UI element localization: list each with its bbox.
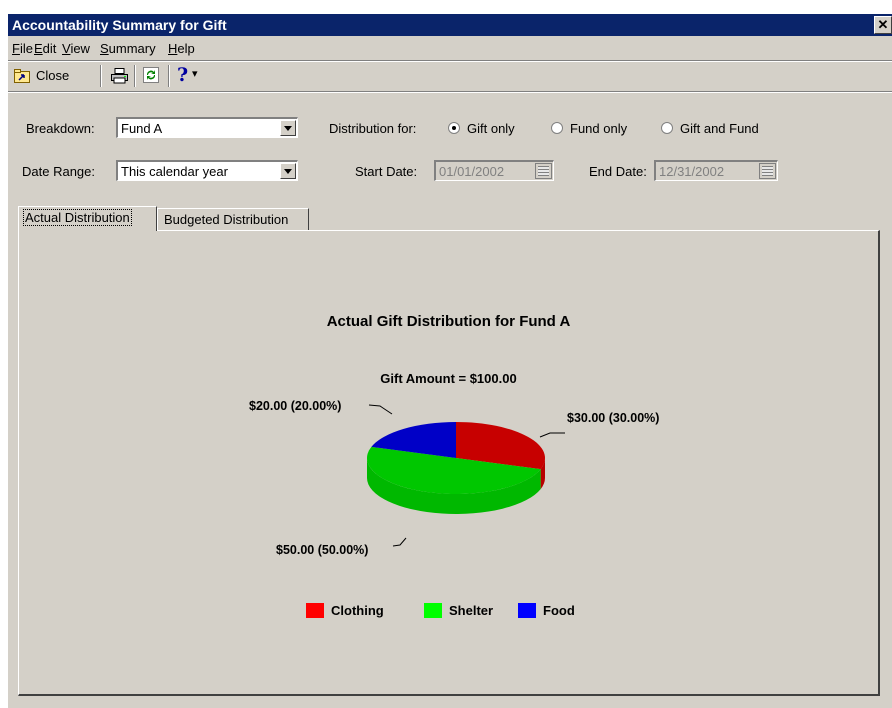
help-icon: ? bbox=[177, 64, 189, 86]
legend-label-clothing: Clothing bbox=[331, 603, 384, 618]
breakdown-select[interactable]: Fund A bbox=[116, 117, 298, 138]
print-button[interactable] bbox=[108, 64, 130, 88]
leader-line-food bbox=[368, 404, 393, 415]
legend-swatch-shelter bbox=[424, 603, 442, 618]
toolbar-separator bbox=[100, 65, 102, 87]
window-title: Accountability Summary for Gift bbox=[12, 17, 227, 33]
radio-unselected-icon bbox=[661, 122, 673, 134]
start-date-label: Start Date: bbox=[355, 164, 418, 179]
toolbar-separator-line bbox=[8, 91, 892, 93]
legend-swatch-food bbox=[518, 603, 536, 618]
breakdown-value: Fund A bbox=[121, 121, 163, 136]
print-icon bbox=[111, 68, 128, 87]
close-button[interactable]: Close bbox=[12, 64, 92, 88]
refresh-icon bbox=[143, 67, 159, 86]
date-range-value: This calendar year bbox=[121, 164, 228, 179]
menu-help[interactable]: Help bbox=[168, 41, 195, 56]
data-label-food: $20.00 (20.00%) bbox=[249, 399, 342, 413]
breakdown-label: Breakdown: bbox=[26, 121, 95, 136]
help-button[interactable]: ? ▾ bbox=[174, 64, 204, 88]
legend-label-food: Food bbox=[543, 603, 575, 618]
chevron-down-icon[interactable] bbox=[280, 120, 296, 136]
pie-chart bbox=[366, 404, 565, 547]
toolbar-separator bbox=[168, 65, 170, 87]
distribution-label: Distribution for: bbox=[329, 121, 417, 136]
calendar-icon[interactable] bbox=[535, 163, 552, 179]
app-window: Accountability Summary for Gift ✕ File E… bbox=[8, 14, 892, 708]
tab-actual-distribution[interactable]: Actual Distribution bbox=[18, 206, 157, 231]
toolbar-separator bbox=[134, 65, 136, 87]
end-date-value: 12/31/2002 bbox=[659, 164, 725, 179]
close-folder-icon bbox=[14, 69, 30, 83]
close-button-label: Close bbox=[36, 68, 70, 83]
calendar-icon[interactable] bbox=[759, 163, 776, 179]
legend-swatch-clothing bbox=[306, 603, 324, 618]
date-range-select[interactable]: This calendar year bbox=[116, 160, 298, 181]
refresh-button[interactable] bbox=[140, 64, 162, 88]
chart-panel: Actual Gift Distribution for Fund A Gift… bbox=[18, 230, 880, 696]
start-date-field[interactable]: 01/01/2002 bbox=[434, 160, 554, 181]
tab-budgeted-distribution[interactable]: Budgeted Distribution bbox=[157, 208, 309, 230]
radio-unselected-icon bbox=[551, 122, 563, 134]
leader-line-clothing bbox=[539, 432, 565, 438]
menu-file[interactable]: File bbox=[12, 41, 33, 56]
chevron-down-icon[interactable]: ▾ bbox=[192, 67, 198, 80]
toolbar: Close ? ▾ bbox=[8, 62, 892, 90]
menu-summary[interactable]: Summary bbox=[100, 41, 156, 56]
legend-label-shelter: Shelter bbox=[449, 603, 494, 618]
menu-bar: File Edit View Summary Help bbox=[8, 36, 892, 60]
data-label-shelter: $50.00 (50.00%) bbox=[276, 543, 369, 557]
date-range-label: Date Range: bbox=[22, 164, 95, 179]
data-label-clothing: $30.00 (30.00%) bbox=[567, 411, 660, 425]
window-close-button[interactable]: ✕ bbox=[874, 16, 892, 34]
end-date-field[interactable]: 12/31/2002 bbox=[654, 160, 778, 181]
start-date-value: 01/01/2002 bbox=[439, 164, 505, 179]
menu-edit[interactable]: Edit bbox=[34, 41, 56, 56]
title-bar: Accountability Summary for Gift ✕ bbox=[8, 14, 892, 36]
menu-view[interactable]: View bbox=[62, 41, 90, 56]
radio-selected-icon bbox=[448, 122, 460, 134]
end-date-label: End Date: bbox=[589, 164, 647, 179]
leader-line-shelter bbox=[392, 537, 407, 547]
chevron-down-icon[interactable] bbox=[280, 163, 296, 179]
